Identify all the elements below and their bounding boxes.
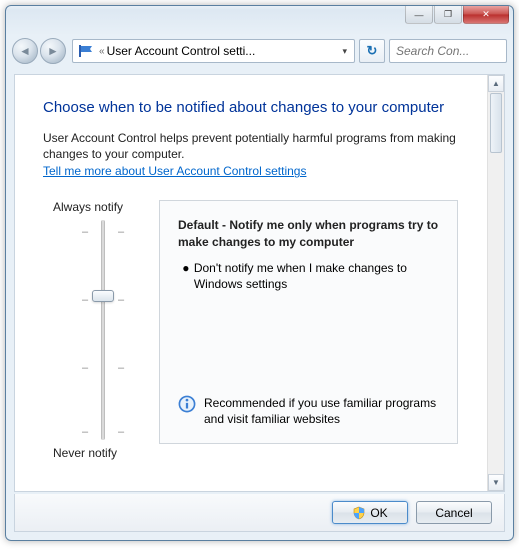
info-recommendation: Recommended if you use familiar programs… bbox=[178, 395, 439, 427]
info-recommendation-text: Recommended if you use familiar programs… bbox=[204, 395, 439, 427]
page-heading: Choose when to be notified about changes… bbox=[43, 99, 458, 116]
control-panel-flag-icon bbox=[79, 45, 93, 57]
page-description: User Account Control helps prevent poten… bbox=[43, 130, 458, 162]
minimize-button[interactable]: — bbox=[405, 6, 433, 24]
close-button[interactable]: ✕ bbox=[463, 6, 509, 24]
scroll-thumb[interactable] bbox=[490, 93, 502, 153]
info-bullet-text: Don't notify me when I make changes to W… bbox=[194, 260, 439, 292]
refresh-button[interactable]: ↻ bbox=[359, 39, 385, 63]
footer: OK Cancel bbox=[14, 494, 505, 532]
slider-column: Always notify –– –– –– –– Never notify bbox=[43, 200, 153, 460]
scrollbar[interactable]: ▲ ▼ bbox=[487, 75, 504, 491]
info-title: Default - Notify me only when programs t… bbox=[178, 217, 439, 249]
cancel-button[interactable]: Cancel bbox=[416, 501, 492, 524]
slider-bottom-label: Never notify bbox=[53, 446, 153, 460]
scroll-down-button[interactable]: ▼ bbox=[488, 474, 504, 491]
info-panel: Default - Notify me only when programs t… bbox=[159, 200, 458, 444]
info-bullet: ● Don't notify me when I make changes to… bbox=[178, 260, 439, 292]
nav-buttons: ◄ ► bbox=[12, 38, 68, 64]
search-input[interactable] bbox=[389, 39, 507, 63]
help-link[interactable]: Tell me more about User Account Control … bbox=[43, 164, 306, 178]
breadcrumb-separator: « bbox=[99, 46, 105, 57]
address-text: User Account Control setti... bbox=[107, 44, 340, 58]
ok-button[interactable]: OK bbox=[332, 501, 408, 524]
slider-area: Always notify –– –– –– –– Never notify D… bbox=[43, 200, 458, 460]
content-area: Choose when to be notified about changes… bbox=[14, 74, 505, 492]
address-dropdown-icon[interactable]: ▾ bbox=[339, 46, 350, 57]
slider-track[interactable]: –– –– –– –– bbox=[53, 220, 153, 440]
shield-icon bbox=[352, 506, 366, 520]
ok-button-label: OK bbox=[370, 506, 387, 520]
scroll-up-button[interactable]: ▲ bbox=[488, 75, 504, 92]
window: — ❐ ✕ ◄ ► « User Account Control setti..… bbox=[5, 5, 514, 541]
titlebar: — ❐ ✕ bbox=[6, 6, 513, 34]
bullet-icon: ● bbox=[178, 260, 194, 292]
toolbar: ◄ ► « User Account Control setti... ▾ ↻ bbox=[6, 34, 513, 68]
maximize-button[interactable]: ❐ bbox=[434, 6, 462, 24]
forward-button[interactable]: ► bbox=[40, 38, 66, 64]
info-icon bbox=[178, 395, 196, 413]
back-button[interactable]: ◄ bbox=[12, 38, 38, 64]
cancel-button-label: Cancel bbox=[435, 506, 472, 520]
slider-top-label: Always notify bbox=[53, 200, 153, 214]
slider-thumb[interactable] bbox=[92, 290, 114, 302]
address-bar[interactable]: « User Account Control setti... ▾ bbox=[72, 39, 355, 63]
